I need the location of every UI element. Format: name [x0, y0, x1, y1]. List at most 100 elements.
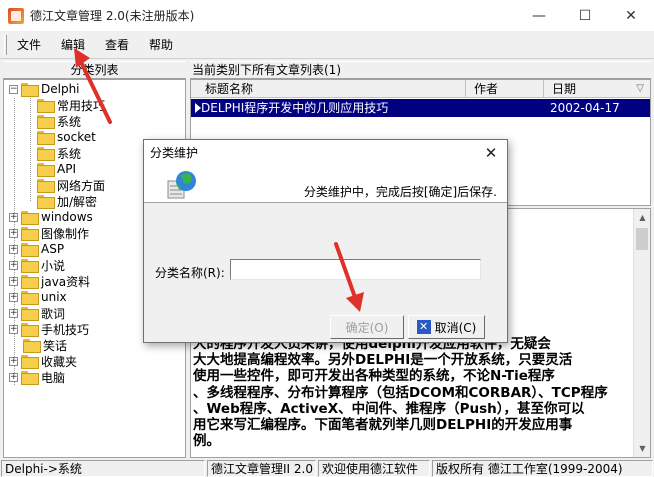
expand-icon[interactable]: +	[9, 244, 18, 254]
folder-icon	[37, 147, 55, 161]
tree-item-system[interactable]: 系统	[37, 113, 81, 129]
tree-item-label: Delphi	[41, 82, 80, 96]
tree-item-label: 手机技巧	[41, 322, 90, 337]
tree-item-delphi[interactable]: − Delphi	[9, 81, 80, 97]
row-title: DELPHI程序开发中的几则应用技巧	[201, 101, 389, 115]
folder-icon	[21, 291, 39, 305]
folder-icon	[21, 243, 39, 257]
expand-icon[interactable]: +	[9, 372, 18, 382]
tree-item-phone[interactable]: + 手机技巧	[9, 321, 89, 337]
content-line: 大大地提高编程效率。另外DELPHI是一个开放系统，只要灵活	[193, 352, 573, 369]
tree-item-asp[interactable]: + ASP	[9, 241, 64, 257]
tree-item-api[interactable]: API	[37, 161, 76, 177]
tree-item-favorites[interactable]: + 收藏夹	[9, 353, 77, 369]
list-columns: 标题名称 作者 日期 ▽	[191, 80, 650, 98]
expand-icon[interactable]: +	[9, 292, 18, 302]
folder-icon	[21, 323, 39, 337]
content-line: 、多线程程序、分布计算程序（包括DCOM和CORBAR）、TCP程序	[193, 384, 608, 401]
menu-file[interactable]: 文件	[7, 31, 51, 59]
expand-icon[interactable]: +	[9, 276, 18, 286]
tree-item-jokes[interactable]: 笑话	[23, 337, 67, 353]
status-welcome: 欢迎使用德江软件	[318, 460, 430, 477]
tree-item-socket[interactable]: socket	[37, 129, 96, 145]
folder-icon	[37, 195, 55, 209]
tree-item-unix[interactable]: + unix	[9, 289, 67, 305]
maximize-button[interactable]: ☐	[562, 0, 608, 31]
folder-icon	[37, 131, 55, 145]
collapse-icon[interactable]: −	[9, 84, 18, 94]
list-header: 当前类别下所有文章列表(1)	[190, 61, 651, 79]
tree-item-java[interactable]: + java资料	[9, 273, 90, 289]
vertical-scrollbar[interactable]: ▲ ▼	[633, 209, 650, 457]
tree-item-network[interactable]: 网络方面	[37, 177, 105, 193]
scroll-up-icon[interactable]: ▲	[634, 209, 650, 226]
row-pointer-icon	[195, 103, 201, 113]
tree-item-novel[interactable]: + 小说	[9, 257, 65, 273]
folder-icon	[37, 99, 55, 113]
ok-button[interactable]: 确定(O)	[330, 315, 404, 339]
folder-icon	[21, 211, 39, 225]
content-line: 使用一些控件，即可开发出各种类型的系统，不论N-Tie程序	[193, 368, 555, 385]
tree-item-lyrics[interactable]: + 歌词	[9, 305, 65, 321]
status-copyright: 版权所有 德江工作室(1999-2004)	[432, 460, 653, 477]
minimize-button[interactable]: —	[516, 0, 562, 31]
tree-line	[30, 96, 31, 201]
category-name-input[interactable]	[230, 259, 481, 280]
folder-open-icon	[21, 83, 39, 97]
table-row[interactable]: DELPHI程序开发中的几则应用技巧 2002-04-17	[191, 99, 650, 117]
menu-edit[interactable]: 编辑	[51, 31, 95, 59]
expand-icon[interactable]: +	[9, 308, 18, 318]
dialog-title: 分类维护	[150, 146, 199, 160]
tree-item-label: 电脑	[41, 370, 66, 385]
dialog-banner: 分类维护中，完成后按[确定]后保存.	[144, 166, 507, 203]
cancel-button[interactable]: ✕ 取消(C)	[408, 315, 485, 339]
tree-item-system-2[interactable]: 系统	[37, 145, 81, 161]
window-title: 德江文章管理 2.0(未注册版本)	[30, 9, 195, 23]
tree-item-label: 加/解密	[57, 194, 98, 209]
folder-icon	[21, 275, 39, 289]
tree-item-label: 笑话	[43, 338, 68, 353]
row-date: 2002-04-17	[550, 101, 620, 115]
tree-item-label: java资料	[41, 274, 91, 289]
status-path: Delphi->系统	[1, 460, 205, 477]
tree-item-label: socket	[57, 130, 96, 144]
title-bar: 德江文章管理 2.0(未注册版本) — ☐ ✕	[0, 0, 654, 31]
scroll-down-icon[interactable]: ▼	[634, 440, 650, 457]
tree-item-common-tips[interactable]: 常用技巧	[37, 97, 105, 113]
dialog-close-icon[interactable]: ✕	[481, 140, 501, 166]
ok-button-label: 确定(O)	[345, 320, 389, 335]
close-button[interactable]: ✕	[608, 0, 654, 31]
tree-item-windows[interactable]: + windows	[9, 209, 93, 225]
tree-header: 分类列表	[3, 61, 186, 79]
dialog-message: 分类维护中，完成后按[确定]后保存.	[303, 185, 497, 199]
tree-item-encrypt[interactable]: 加/解密	[37, 193, 97, 209]
folder-icon	[23, 339, 41, 353]
scroll-thumb[interactable]	[636, 228, 648, 250]
column-author[interactable]: 作者	[466, 80, 544, 98]
menu-help[interactable]: 帮助	[139, 31, 183, 59]
cancel-button-label: 取消(C)	[434, 320, 477, 335]
content-line: 用它来写汇编程序。下面笔者就列举几则DELPHI的开发应用事	[193, 417, 573, 434]
content-line: 、Web程序、ActiveX、中间件、推程序（Push），甚至你可以	[193, 400, 585, 417]
app-icon	[8, 7, 24, 24]
folder-icon	[37, 163, 55, 177]
column-date[interactable]: 日期 ▽	[544, 80, 650, 98]
tree-item-image[interactable]: + 图像制作	[9, 225, 89, 241]
tree-item-label: unix	[41, 290, 67, 304]
tree-item-label: 系统	[57, 146, 82, 161]
content-line: 例。	[193, 433, 220, 450]
expand-icon[interactable]: +	[9, 260, 18, 270]
expand-icon[interactable]: +	[9, 356, 18, 366]
expand-icon[interactable]: +	[9, 324, 18, 334]
menu-view[interactable]: 查看	[95, 31, 139, 59]
folder-icon	[21, 307, 39, 321]
expand-icon[interactable]: +	[9, 228, 18, 238]
column-title[interactable]: 标题名称	[191, 80, 466, 98]
tree-item-label: 小说	[41, 258, 66, 273]
tree-item-label: 系统	[57, 114, 82, 129]
row-author	[466, 99, 544, 117]
expand-icon[interactable]: +	[9, 212, 18, 222]
status-app: 德江文章管理II 2.0	[207, 460, 316, 477]
tree-item-label: API	[57, 162, 76, 176]
tree-item-computer[interactable]: + 电脑	[9, 369, 65, 385]
